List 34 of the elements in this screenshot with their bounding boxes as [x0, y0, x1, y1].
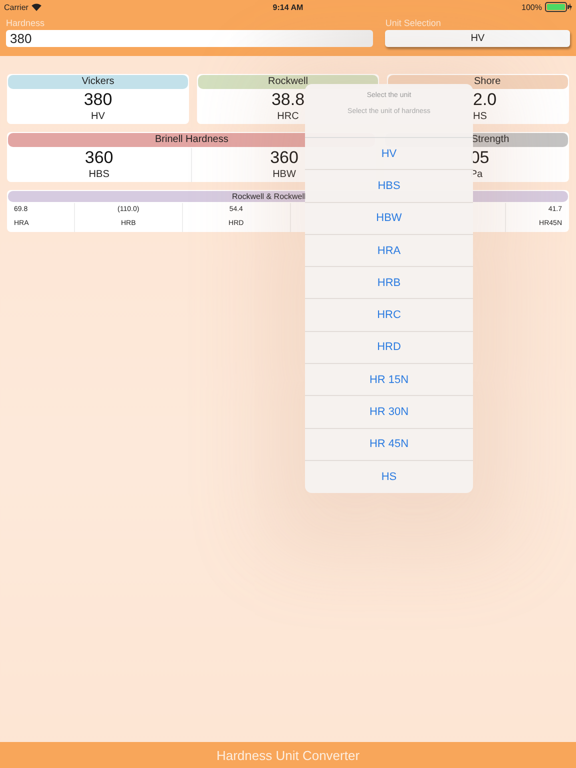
unit-option[interactable]: HR 15N: [305, 364, 473, 396]
carrier-label: Carrier: [4, 2, 28, 12]
unit-label: HBW: [272, 168, 296, 182]
hardness-field[interactable]: 380: [6, 30, 374, 47]
battery-icon: [544, 2, 572, 12]
hardness-value: 380: [84, 90, 112, 110]
hardness-value: 360: [84, 148, 114, 168]
unit-label: Pa: [470, 168, 483, 182]
unit-option[interactable]: HBS: [305, 170, 473, 203]
unit-option[interactable]: HV: [305, 138, 473, 170]
unit-option[interactable]: HRA: [305, 234, 473, 268]
wifi-icon: [31, 3, 42, 11]
hardness-value: 360: [270, 148, 298, 168]
hardness-label: Hardness: [6, 17, 46, 30]
unit-selection-button[interactable]: HV: [385, 30, 570, 47]
unit-option[interactable]: HBW: [305, 202, 473, 235]
unit-option[interactable]: HRC: [305, 299, 473, 332]
unit-option[interactable]: HR 30N: [305, 396, 473, 429]
hardness-value: 38.8: [271, 90, 305, 110]
unit-option[interactable]: HRB: [305, 267, 473, 300]
app-title: Hardness Unit Converter: [216, 748, 360, 762]
unit-label: HV: [91, 110, 105, 124]
unit-selection-label: Unit Selection: [385, 17, 442, 30]
unit-label: HBS: [88, 168, 110, 182]
hardness-value: 05: [470, 148, 490, 168]
battery-percent: 100%: [522, 2, 542, 12]
unit-option[interactable]: HR 45N: [305, 428, 473, 461]
status-time: 9:14 AM: [272, 2, 304, 12]
card-title: Vickers: [8, 75, 188, 89]
unit-option[interactable]: HRD: [305, 332, 473, 364]
hardness-value: 2.0: [473, 90, 497, 110]
unit-option[interactable]: HS: [305, 460, 473, 494]
unit-label: HS: [473, 110, 487, 124]
unit-label: HRC: [277, 110, 299, 124]
